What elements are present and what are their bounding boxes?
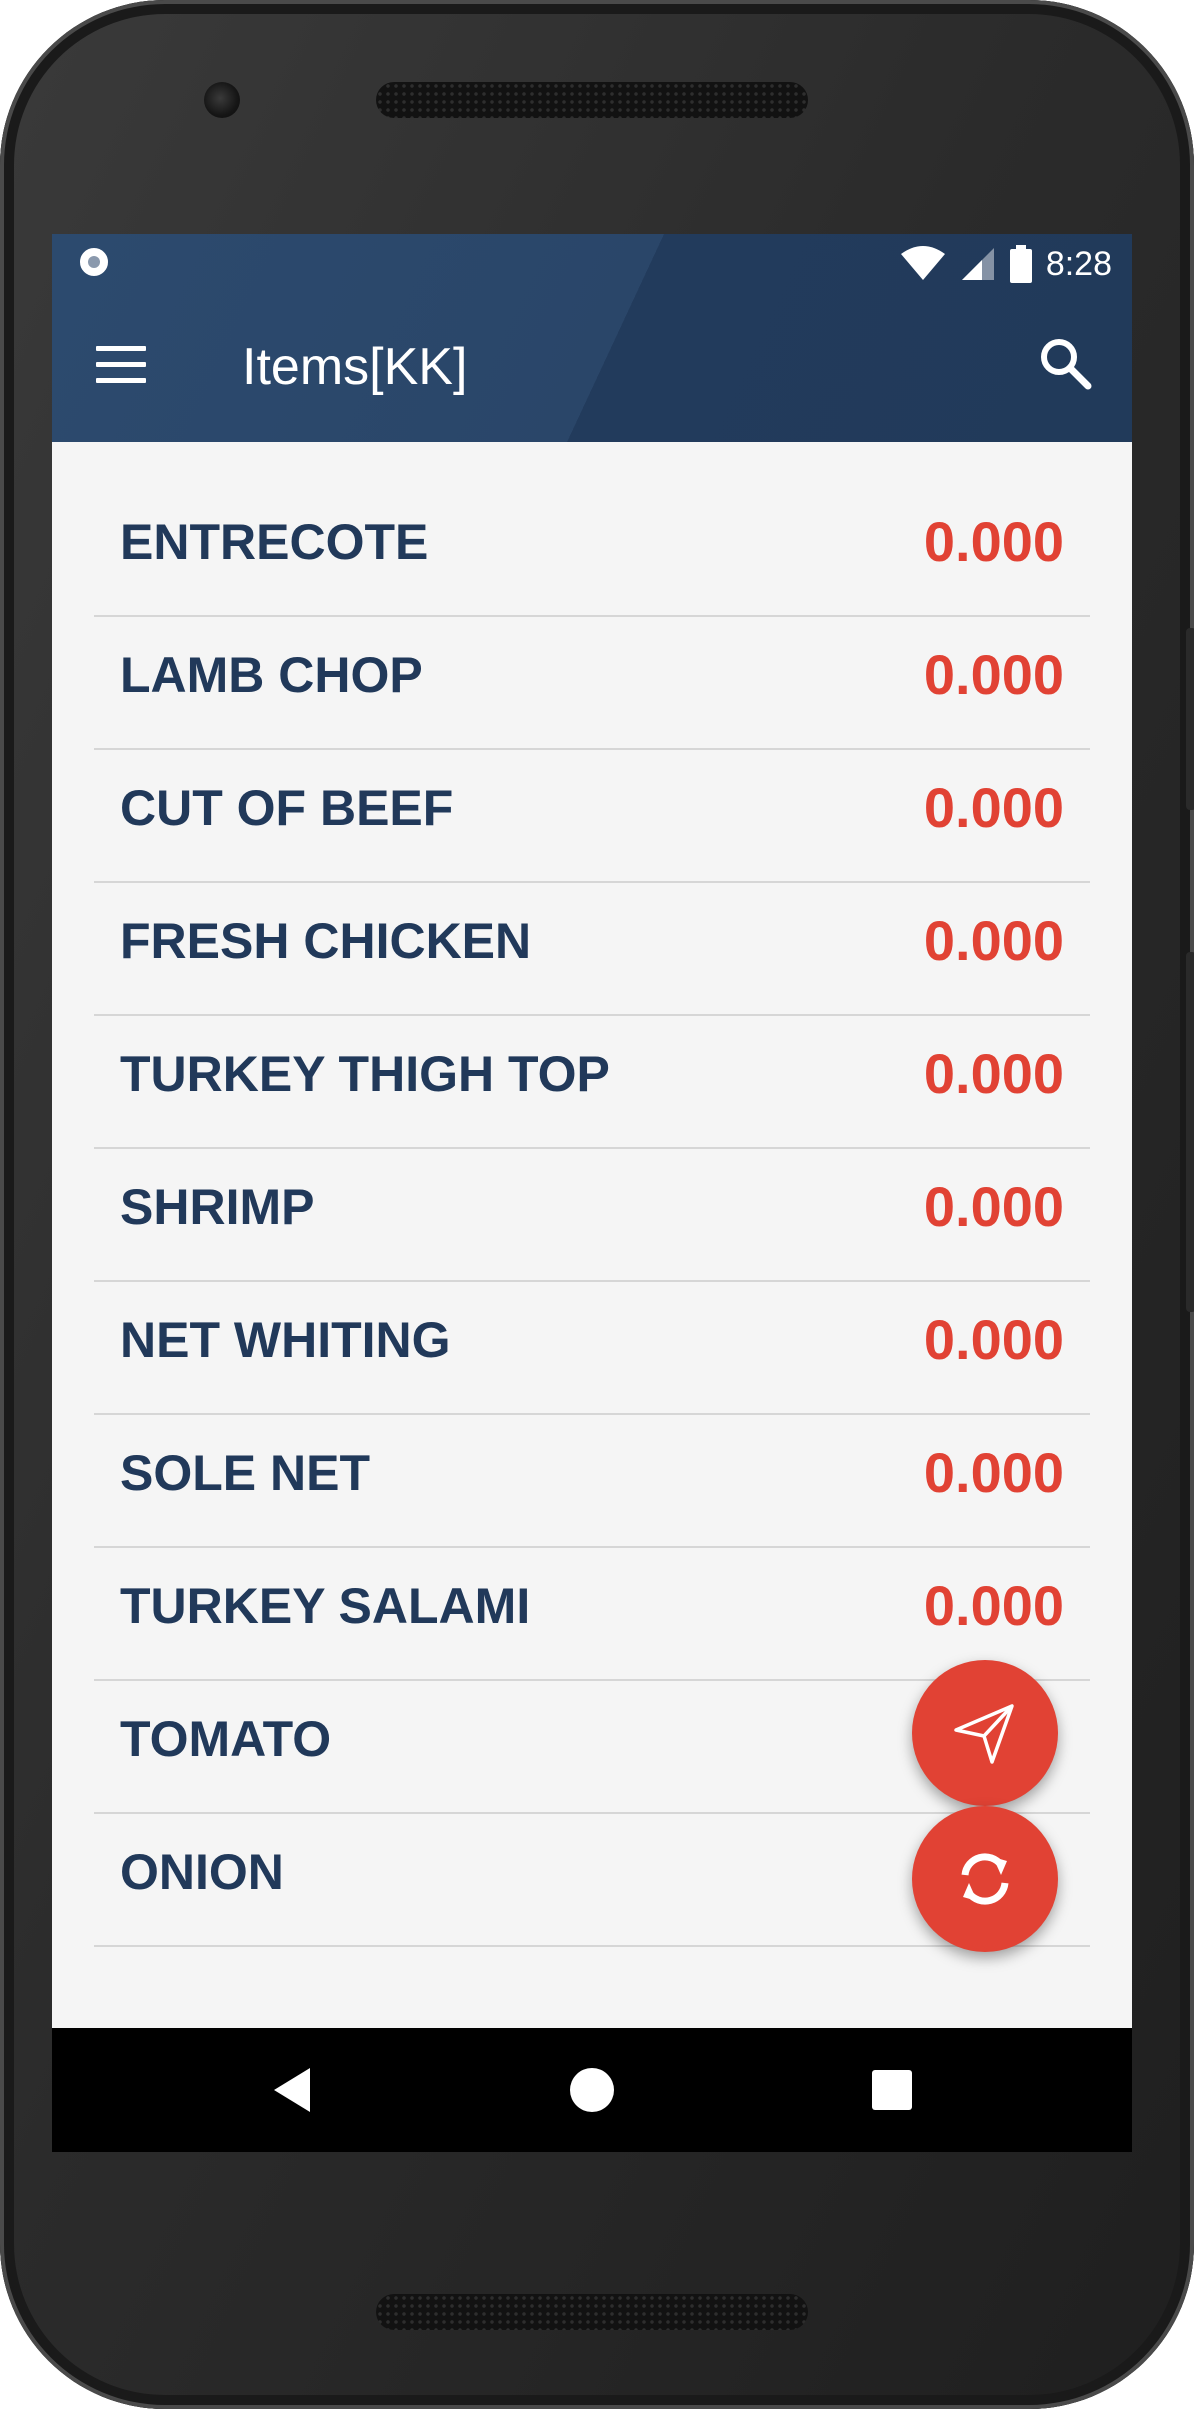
back-icon: [274, 2068, 310, 2112]
back-button[interactable]: [262, 2060, 322, 2120]
item-name: ONION: [120, 1844, 284, 1900]
search-button[interactable]: [1036, 334, 1096, 394]
item-name: LAMB CHOP: [120, 647, 423, 703]
send-button[interactable]: [912, 1660, 1058, 1806]
toolbar: Items[KK]: [52, 294, 1132, 442]
list-item[interactable]: CUT OF BEEF 0.000: [94, 750, 1090, 883]
list-item[interactable]: LAMB CHOP 0.000: [94, 617, 1090, 750]
item-name: ENTRECOTE: [120, 514, 429, 570]
status-time: 8:28: [1045, 244, 1112, 283]
search-icon: [1041, 339, 1092, 390]
item-name: SHRIMP: [120, 1179, 315, 1235]
wifi-icon: [900, 246, 945, 280]
screen: 8:28 Items[KK] ENTRECOTE 0.000 LAMB CHOP…: [52, 234, 1132, 2152]
hamburger-line: [96, 378, 146, 383]
list-item[interactable]: TURKEY THIGH TOP 0.000: [94, 1016, 1090, 1149]
item-value: 0.000: [923, 643, 1064, 706]
item-name: TURKEY THIGH TOP: [120, 1046, 610, 1102]
menu-button[interactable]: [96, 346, 148, 386]
top-speaker: [376, 82, 808, 118]
item-value: 0.000: [923, 1574, 1064, 1637]
list-item[interactable]: FRESH CHICKEN 0.000: [94, 883, 1090, 1016]
list-item[interactable]: SOLE NET 0.000: [94, 1415, 1090, 1548]
item-value: 0.000: [923, 1175, 1064, 1238]
recents-button[interactable]: [862, 2060, 922, 2120]
home-button[interactable]: [562, 2060, 622, 2120]
item-value: 0.000: [923, 909, 1064, 972]
item-value: 0.000: [923, 1042, 1064, 1105]
home-icon: [570, 2068, 614, 2112]
list-item[interactable]: ENTRECOTE 0.000: [94, 484, 1090, 617]
recents-icon: [872, 2070, 912, 2110]
item-name: SOLE NET: [120, 1445, 371, 1501]
item-name: FRESH CHICKEN: [120, 913, 532, 969]
item-value: 0.000: [923, 776, 1064, 839]
list-item[interactable]: NET WHITING 0.000: [94, 1282, 1090, 1415]
app-bar: 8:28 Items[KK]: [52, 234, 1132, 442]
item-name: NET WHITING: [120, 1312, 451, 1368]
send-icon: [954, 1704, 1014, 1764]
volume-button: [1186, 628, 1194, 810]
item-name: TOMATO: [120, 1711, 332, 1767]
bottom-speaker: [376, 2294, 808, 2330]
list-item[interactable]: TURKEY SALAMI 0.000: [94, 1548, 1090, 1681]
sync-button[interactable]: [912, 1806, 1058, 1952]
front-camera: [204, 82, 240, 118]
phone-frame: 8:28 Items[KK] ENTRECOTE 0.000 LAMB CHOP…: [0, 0, 1194, 2409]
item-value: 0.000: [923, 1441, 1064, 1504]
item-name: CUT OF BEEF: [120, 780, 454, 836]
battery-icon: [1009, 245, 1032, 283]
sync-icon: [961, 1853, 1009, 1905]
system-nav-bar: [52, 2028, 1132, 2152]
notification-icon: [80, 248, 108, 276]
status-icons: 8:28: [900, 244, 1112, 284]
item-value: 0.000: [923, 510, 1064, 573]
list-item[interactable]: SHRIMP 0.000: [94, 1149, 1090, 1282]
item-value: 0.000: [923, 1308, 1064, 1371]
signal-icon: [961, 248, 994, 280]
hamburger-line: [96, 362, 146, 367]
page-title: Items[KK]: [242, 338, 468, 396]
power-button: [1186, 952, 1194, 1312]
hamburger-icon: [96, 346, 146, 351]
item-name: TURKEY SALAMI: [120, 1578, 531, 1634]
status-bar: 8:28: [52, 234, 1132, 294]
